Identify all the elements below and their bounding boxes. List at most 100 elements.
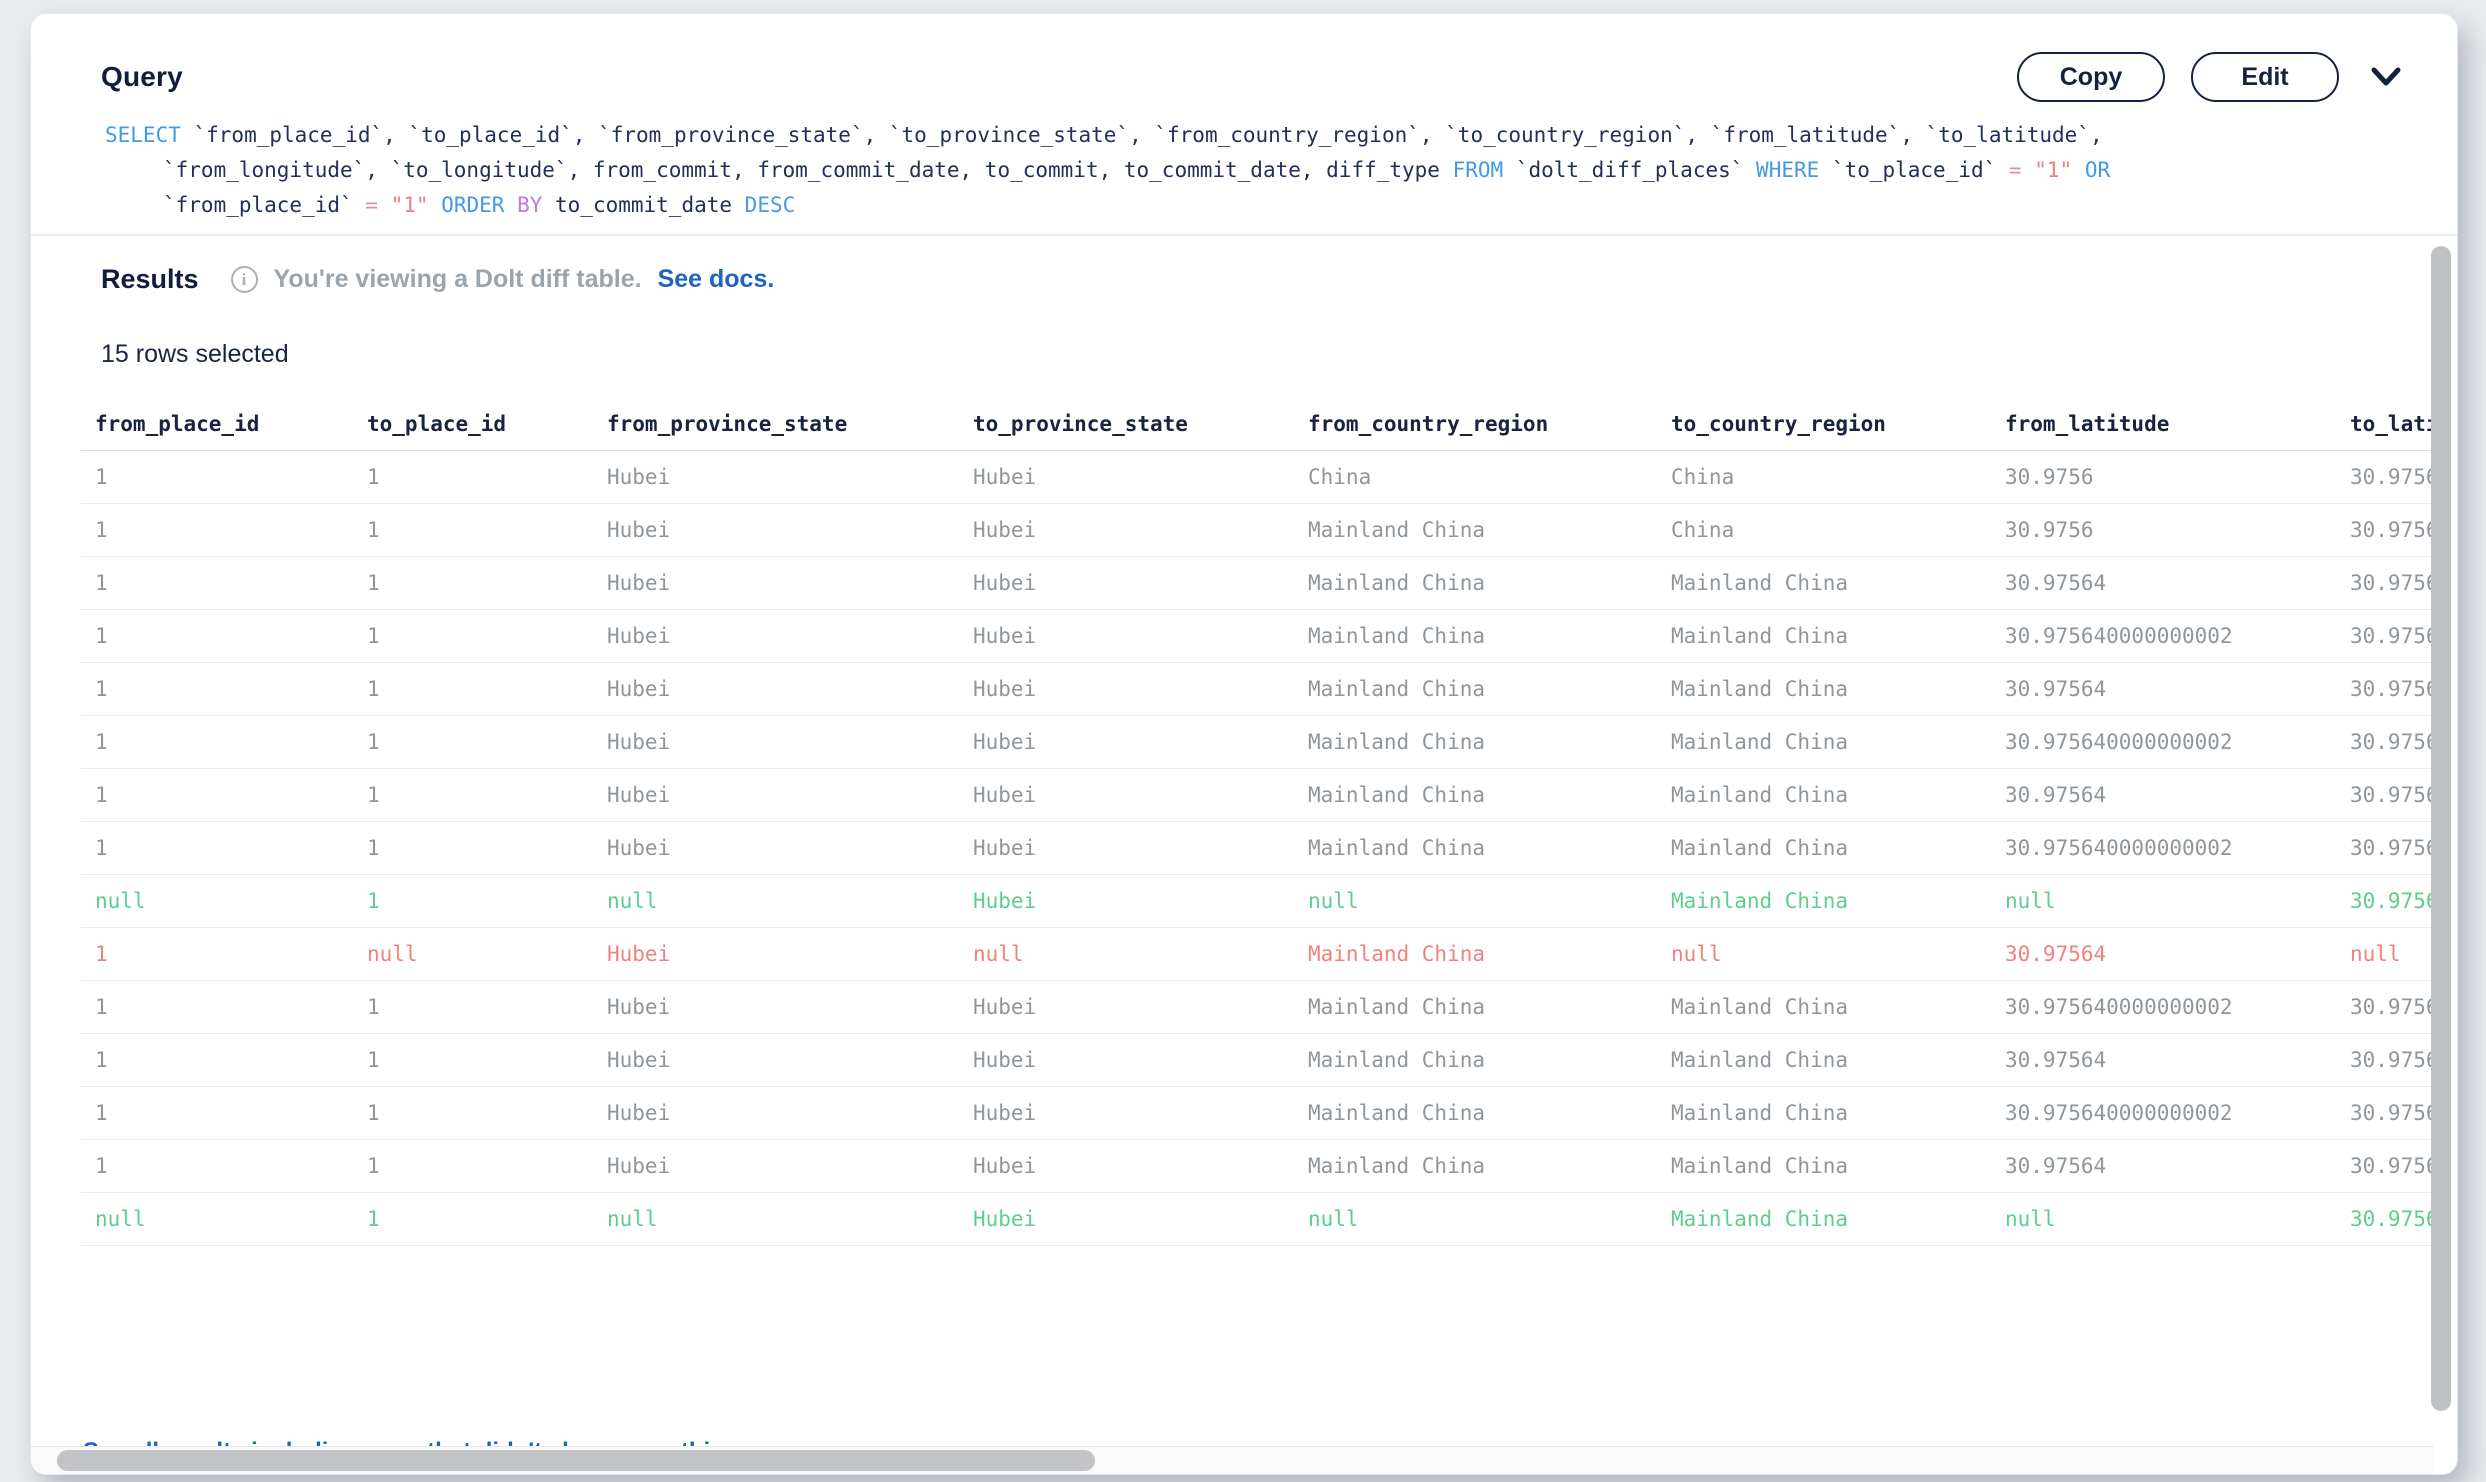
table-cell: Mainland China <box>1294 1033 1657 1086</box>
table-cell: 30.9756 <box>2336 1139 2441 1192</box>
column-header: to_latitude <box>2336 398 2441 450</box>
table-cell: Hubei <box>959 980 1294 1033</box>
table-cell: Hubei <box>593 821 959 874</box>
table-cell: null <box>959 927 1294 980</box>
table-cell: Hubei <box>593 450 959 503</box>
table-row: 11HubeiHubeiMainland ChinaMainland China… <box>81 1033 2441 1086</box>
results-table: from_place_idto_place_idfrom_province_st… <box>81 398 2441 1246</box>
rows-selected-count: 15 rows selected <box>101 340 289 369</box>
table-cell: 30.9756 <box>2336 980 2441 1033</box>
table-cell: Hubei <box>959 609 1294 662</box>
table-cell: 1 <box>353 1192 593 1245</box>
table-cell: Mainland China <box>1294 821 1657 874</box>
table-cell: Hubei <box>593 768 959 821</box>
table-cell: Mainland China <box>1294 768 1657 821</box>
table-cell: Mainland China <box>1657 1033 1991 1086</box>
table-cell: Hubei <box>593 1139 959 1192</box>
results-table-viewport: from_place_idto_place_idfrom_province_st… <box>81 398 2441 1450</box>
table-cell: 1 <box>81 980 353 1033</box>
table-cell: null <box>81 1192 353 1245</box>
table-row: 11HubeiHubeiMainland ChinaMainland China… <box>81 1086 2441 1139</box>
table-cell: null <box>2336 927 2441 980</box>
chevron-down-icon[interactable] <box>2371 66 2401 88</box>
table-cell: 1 <box>81 1086 353 1139</box>
column-header: from_country_region <box>1294 398 1657 450</box>
table-cell: 30.975640000000002 <box>1991 609 2336 662</box>
table-cell: 30.9756 <box>2336 768 2441 821</box>
table-cell: Hubei <box>593 1033 959 1086</box>
table-cell: null <box>1294 1192 1657 1245</box>
table-cell: Hubei <box>593 980 959 1033</box>
table-cell: Mainland China <box>1294 503 1657 556</box>
table-cell: Mainland China <box>1657 715 1991 768</box>
table-cell: Mainland China <box>1294 980 1657 1033</box>
table-cell: null <box>1294 874 1657 927</box>
table-cell: 30.97564 <box>1991 768 2336 821</box>
table-cell: 30.9756 <box>2336 715 2441 768</box>
table-header-row: from_place_idto_place_idfrom_province_st… <box>81 398 2441 450</box>
query-section: Query Copy Edit SELECT `from_place_id`, … <box>31 14 2457 236</box>
table-cell: 1 <box>353 715 593 768</box>
table-cell: Mainland China <box>1294 715 1657 768</box>
info-icon: i <box>231 266 258 293</box>
table-cell: Mainland China <box>1657 980 1991 1033</box>
table-cell: 1 <box>81 503 353 556</box>
table-cell: Hubei <box>593 503 959 556</box>
table-cell: Hubei <box>959 874 1294 927</box>
table-cell: 30.97564 <box>1991 662 2336 715</box>
table-cell: Hubei <box>593 927 959 980</box>
table-cell: 30.975640000000002 <box>1991 715 2336 768</box>
table-cell: 30.9756 <box>2336 1033 2441 1086</box>
table-row: 11HubeiHubeiChinaChina30.975630.9756 <box>81 450 2441 503</box>
table-cell: China <box>1294 450 1657 503</box>
table-cell: Mainland China <box>1294 1086 1657 1139</box>
vertical-scrollbar[interactable] <box>2431 246 2451 1438</box>
table-cell: Hubei <box>593 556 959 609</box>
vertical-scrollbar-thumb[interactable] <box>2431 246 2451 1411</box>
copy-button[interactable]: Copy <box>2017 52 2165 102</box>
table-cell: 30.9756 <box>1991 450 2336 503</box>
table-cell: Hubei <box>959 556 1294 609</box>
table-cell: Mainland China <box>1657 609 1991 662</box>
table-cell: null <box>81 874 353 927</box>
table-cell: 1 <box>81 927 353 980</box>
table-cell: 1 <box>81 556 353 609</box>
results-header: Results i You're viewing a Dolt diff tab… <box>101 264 774 295</box>
table-cell: 1 <box>353 450 593 503</box>
sql-line: `from_longitude`, `to_longitude`, from_c… <box>105 153 2417 188</box>
table-cell: 30.9756 <box>2336 662 2441 715</box>
table-cell: Mainland China <box>1294 927 1657 980</box>
table-row: 11HubeiHubeiMainland ChinaMainland China… <box>81 662 2441 715</box>
horizontal-scrollbar-thumb[interactable] <box>57 1450 1095 1471</box>
column-header: to_place_id <box>353 398 593 450</box>
table-cell: Hubei <box>593 1086 959 1139</box>
table-cell: Hubei <box>959 662 1294 715</box>
table-cell: Hubei <box>959 821 1294 874</box>
edit-button[interactable]: Edit <box>2191 52 2339 102</box>
column-header: to_province_state <box>959 398 1294 450</box>
table-cell: Hubei <box>959 450 1294 503</box>
diff-table-notice: You're viewing a Dolt diff table. <box>274 265 642 294</box>
table-cell: 30.9756 <box>2336 821 2441 874</box>
table-cell: Mainland China <box>1657 1139 1991 1192</box>
column-header: from_latitude <box>1991 398 2336 450</box>
column-header: from_province_state <box>593 398 959 450</box>
see-docs-link[interactable]: See docs. <box>658 265 775 294</box>
query-header-row: Query Copy Edit <box>31 14 2457 102</box>
table-cell: 1 <box>353 1139 593 1192</box>
table-cell: 30.97564 <box>1991 927 2336 980</box>
table-row: 11HubeiHubeiMainland ChinaMainland China… <box>81 715 2441 768</box>
results-title: Results <box>101 264 199 295</box>
column-header: from_place_id <box>81 398 353 450</box>
query-title: Query <box>101 61 183 93</box>
sql-line: SELECT `from_place_id`, `to_place_id`, `… <box>105 118 2417 153</box>
table-cell: Hubei <box>593 609 959 662</box>
query-actions: Copy Edit <box>2017 52 2401 102</box>
table-cell: null <box>593 1192 959 1245</box>
table-cell: 1 <box>81 768 353 821</box>
table-cell: 1 <box>353 1086 593 1139</box>
horizontal-scrollbar[interactable] <box>31 1446 2433 1474</box>
table-cell: Mainland China <box>1657 821 1991 874</box>
table-cell: 30.975640000000002 <box>1991 821 2336 874</box>
table-row: 11HubeiHubeiMainland ChinaMainland China… <box>81 768 2441 821</box>
